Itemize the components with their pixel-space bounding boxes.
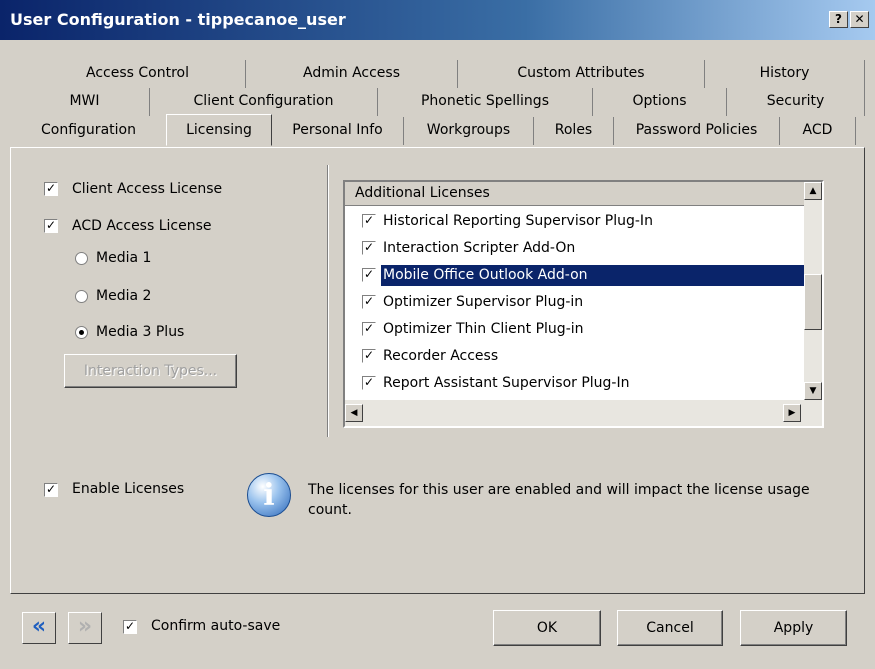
license-info-text: The licenses for this user are enabled a… — [308, 482, 810, 518]
close-button[interactable]: ✕ — [850, 11, 869, 28]
window-title: User Configuration - tippecanoe_user — [10, 10, 346, 29]
tab-access-control[interactable]: Access Control — [30, 60, 246, 88]
license-checkbox[interactable]: ✓ — [362, 349, 376, 363]
license-checkbox[interactable]: ✓ — [362, 214, 376, 228]
media1-radio[interactable] — [75, 252, 88, 265]
help-button[interactable]: ? — [829, 11, 848, 28]
scroll-right-icon[interactable]: ▶ — [783, 404, 801, 422]
license-label: Historical Reporting Supervisor Plug-In — [383, 213, 653, 229]
ok-button[interactable]: OK — [493, 610, 601, 646]
info-icon: i — [247, 473, 291, 517]
scroll-left-icon[interactable]: ◀ — [345, 404, 363, 422]
double-left-arrow-icon[interactable]: « — [22, 612, 56, 644]
scroll-thumb[interactable] — [804, 274, 822, 330]
license-label: Optimizer Thin Client Plug-in — [383, 321, 584, 337]
enable-licenses-label: Enable Licenses — [72, 481, 185, 497]
tab-phonetic-spellings[interactable]: Phonetic Spellings — [378, 88, 593, 116]
tab-row-2: MWI Client Configuration Phonetic Spelli… — [0, 88, 875, 116]
media2-radio[interactable] — [75, 290, 88, 303]
vertical-scrollbar[interactable]: ▲ ▼ — [804, 182, 822, 400]
tab-personal-info[interactable]: Personal Info — [272, 117, 404, 145]
license-label: Interaction Scripter Add-On — [383, 240, 576, 256]
double-right-arrow-icon[interactable]: » — [68, 612, 102, 644]
media2-label: Media 2 — [96, 288, 152, 304]
license-row[interactable]: ✓ Recorder Access — [345, 343, 821, 370]
enable-licenses-checkbox[interactable]: ✓ — [44, 483, 58, 497]
media3-plus-label: Media 3 Plus — [96, 324, 185, 340]
scroll-up-icon[interactable]: ▲ — [804, 182, 822, 200]
license-checkbox[interactable]: ✓ — [362, 322, 376, 336]
license-row-selected[interactable]: ✓ Mobile Office Outlook Add-on — [345, 262, 821, 289]
license-label: Recorder Access — [383, 348, 499, 364]
apply-button[interactable]: Apply — [740, 610, 847, 646]
license-label: Report Assistant Supervisor Plug-In — [383, 375, 630, 391]
tab-configuration[interactable]: Configuration — [10, 117, 168, 145]
tab-history[interactable]: History — [705, 60, 865, 88]
confirm-autosave-checkbox[interactable]: ✓ — [123, 620, 137, 634]
cancel-button[interactable]: Cancel — [617, 610, 723, 646]
tab-password-policies[interactable]: Password Policies — [614, 117, 780, 145]
license-row[interactable]: ✓ Report Assistant Supervisor Plug-In — [345, 370, 821, 397]
confirm-autosave-label: Confirm auto-save — [151, 618, 281, 634]
interaction-types-button[interactable]: Interaction Types... — [64, 354, 237, 388]
client-access-license-label: Client Access License — [72, 181, 223, 197]
license-checkbox[interactable]: ✓ — [362, 268, 376, 282]
title-bar[interactable]: User Configuration - tippecanoe_user ? ✕ — [0, 0, 875, 40]
license-checkbox[interactable]: ✓ — [362, 295, 376, 309]
license-row[interactable]: ✓ Interaction Scripter Add-On — [345, 235, 821, 262]
tab-client-configuration[interactable]: Client Configuration — [150, 88, 378, 116]
scroll-down-icon[interactable]: ▼ — [804, 382, 822, 400]
tab-row-1: Access Control Admin Access Custom Attri… — [0, 60, 875, 88]
additional-licenses-header[interactable]: Additional Licenses — [345, 182, 821, 206]
tab-custom-attributes[interactable]: Custom Attributes — [458, 60, 705, 88]
column-separator — [327, 165, 329, 437]
tab-workgroups[interactable]: Workgroups — [404, 117, 534, 145]
acd-access-license-label: ACD Access License — [72, 218, 212, 234]
tab-options[interactable]: Options — [593, 88, 727, 116]
media3-plus-radio[interactable] — [75, 326, 88, 339]
tab-roles[interactable]: Roles — [534, 117, 614, 145]
media1-label: Media 1 — [96, 250, 152, 266]
tab-licensing[interactable]: Licensing — [166, 114, 272, 146]
license-label: Optimizer Supervisor Plug-in — [383, 294, 584, 310]
license-label: Mobile Office Outlook Add-on — [381, 265, 819, 286]
license-checkbox[interactable]: ✓ — [362, 241, 376, 255]
license-row[interactable]: ✓ Historical Reporting Supervisor Plug-I… — [345, 208, 821, 235]
tab-acd[interactable]: ACD — [780, 117, 856, 145]
acd-access-license-checkbox[interactable]: ✓ — [44, 219, 58, 233]
tab-security[interactable]: Security — [727, 88, 865, 116]
license-checkbox[interactable]: ✓ — [362, 376, 376, 390]
license-row[interactable]: ✓ Optimizer Supervisor Plug-in — [345, 289, 821, 316]
horizontal-scrollbar[interactable]: ◀ ▶ — [345, 400, 822, 426]
tab-mwi[interactable]: MWI — [20, 88, 150, 116]
tab-admin-access[interactable]: Admin Access — [246, 60, 458, 88]
tab-row-3: Configuration Licensing Personal Info Wo… — [0, 114, 875, 146]
additional-licenses-list[interactable]: Additional Licenses ✓ Historical Reporti… — [343, 180, 824, 428]
client-access-license-checkbox[interactable]: ✓ — [44, 182, 58, 196]
license-row[interactable]: ✓ Optimizer Thin Client Plug-in — [345, 316, 821, 343]
